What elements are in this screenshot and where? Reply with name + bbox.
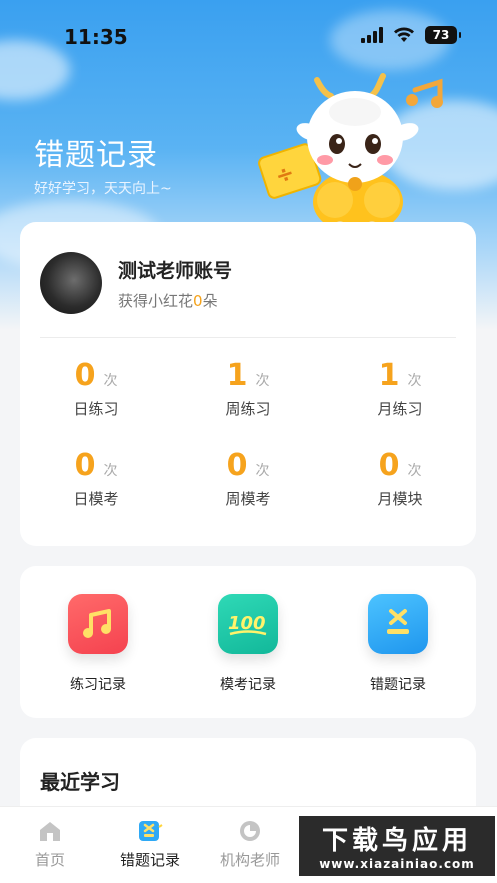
page-subtitle: 好好学习，天天向上~ xyxy=(34,181,172,197)
stat-monthly-module[interactable]: 0次 月模块 xyxy=(324,448,476,509)
stat-label: 月模块 xyxy=(377,490,423,508)
watermark-url: www.xiazainiao.com xyxy=(319,857,475,871)
wrong-question-record-button[interactable]: 错题记录 xyxy=(338,594,458,694)
stat-value: 0 xyxy=(74,448,96,483)
status-bar: 11:35 73 xyxy=(0,0,497,70)
signal-icon xyxy=(361,27,383,43)
stat-daily-practice[interactable]: 0次 日练习 xyxy=(20,358,172,419)
action-label: 错题记录 xyxy=(370,677,426,693)
flower-suffix: 朵 xyxy=(202,292,218,310)
tab-label: 机构老师 xyxy=(219,851,280,869)
stats-grid: 0次 日练习 1次 周练习 1次 月练习 0次 日模考 0次 周模考 0次 月模… xyxy=(20,358,476,509)
mock-exam-record-button[interactable]: 100 模考记录 xyxy=(188,594,308,694)
wrong-question-icon xyxy=(100,819,200,843)
stat-weekly-mock[interactable]: 0次 周模考 xyxy=(172,448,324,509)
stat-value: 1 xyxy=(378,358,400,393)
stat-unit: 次 xyxy=(103,463,118,479)
stat-unit: 次 xyxy=(103,373,118,389)
stat-unit: 次 xyxy=(255,463,270,479)
stat-unit: 次 xyxy=(255,373,270,389)
watermark-text: 下载鸟应用 xyxy=(321,826,472,856)
tab-wrong-questions[interactable]: 错题记录 xyxy=(100,819,200,870)
action-label: 模考记录 xyxy=(220,677,276,693)
stat-value: 0 xyxy=(226,448,248,483)
watermark-logo: 下载鸟应用 www.xiazainiao.com xyxy=(297,814,497,878)
stat-weekly-practice[interactable]: 1次 周练习 xyxy=(172,358,324,419)
music-note-icon xyxy=(68,594,128,654)
tab-teachers[interactable]: 机构老师 xyxy=(200,819,300,870)
stat-label: 日模考 xyxy=(73,490,119,508)
tab-label: 错题记录 xyxy=(119,851,180,869)
flower-prefix: 获得小红花 xyxy=(118,292,194,310)
stat-label: 周模考 xyxy=(225,490,271,508)
stat-daily-mock[interactable]: 0次 日模考 xyxy=(20,448,172,509)
action-label: 练习记录 xyxy=(70,677,126,693)
status-time: 11:35 xyxy=(64,25,128,49)
quick-actions-card: 练习记录 100 模考记录 错题记录 xyxy=(20,566,476,718)
practice-record-button[interactable]: 练习记录 xyxy=(38,594,158,694)
page-title: 错题记录 xyxy=(34,138,158,173)
stat-monthly-practice[interactable]: 1次 月练习 xyxy=(324,358,476,419)
stat-value: 0 xyxy=(74,358,96,393)
stat-unit: 次 xyxy=(407,373,422,389)
status-icons: 73 xyxy=(361,26,461,44)
wrong-question-icon xyxy=(368,594,428,654)
user-name: 测试老师账号 xyxy=(118,260,233,282)
tab-label: 首页 xyxy=(34,851,65,869)
divider xyxy=(40,337,456,338)
stat-value: 0 xyxy=(378,448,400,483)
avatar[interactable] xyxy=(40,252,102,314)
profile-card: 测试老师账号 获得小红花0朵 0次 日练习 1次 周练习 1次 月练习 0次 日… xyxy=(20,222,476,546)
flower-count: 0 xyxy=(193,292,203,310)
recent-study-title: 最近学习 xyxy=(40,770,120,794)
home-icon xyxy=(0,819,100,843)
stat-label: 月练习 xyxy=(377,400,423,418)
music-note-icon xyxy=(406,78,443,108)
battery-indicator: 73 xyxy=(425,26,461,44)
tab-home[interactable]: 首页 xyxy=(0,819,100,870)
stat-label: 日练习 xyxy=(73,400,119,418)
stat-label: 周练习 xyxy=(225,400,271,418)
wifi-icon xyxy=(394,27,414,42)
flower-count-line: 获得小红花0朵 xyxy=(118,290,218,311)
stat-value: 1 xyxy=(226,358,248,393)
teacher-icon xyxy=(200,819,300,843)
score-100-icon: 100 xyxy=(218,594,278,654)
stat-unit: 次 xyxy=(407,463,422,479)
